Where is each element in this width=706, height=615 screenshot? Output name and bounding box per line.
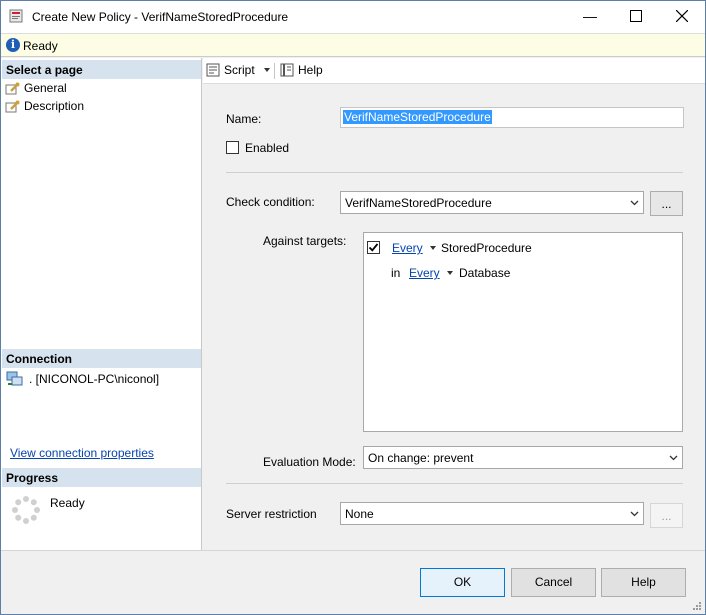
chevron-down-icon: [630, 511, 639, 517]
targets-box: Every StoredProcedure in Every Database: [363, 232, 683, 432]
view-connection-properties-link[interactable]: View connection properties: [10, 446, 154, 460]
toolbar: Script Help: [203, 58, 705, 84]
script-label: Script: [224, 63, 255, 77]
status-text: Ready: [23, 39, 58, 53]
enabled-label: Enabled: [245, 141, 290, 155]
connection-info: . [NICONOL-PC\niconol]: [6, 371, 159, 386]
resize-grip-icon[interactable]: [692, 601, 702, 611]
chevron-down-icon[interactable]: [447, 271, 453, 275]
create-policy-dialog: Create New Policy - VerifNameStoredProce…: [0, 0, 706, 615]
name-field-value: VerifNameStoredProcedure: [343, 110, 492, 124]
ellipsis-label: ...: [661, 197, 672, 211]
chevron-down-icon[interactable]: [430, 246, 436, 250]
help-toolbar-button[interactable]: Help: [280, 63, 323, 77]
divider: [226, 172, 683, 173]
cancel-button[interactable]: Cancel: [511, 568, 596, 597]
name-field[interactable]: VerifNameStoredProcedure: [340, 107, 684, 128]
progress-text: Ready: [50, 496, 85, 510]
right-pane: Script Help Name: VerifNameStoredProcedu…: [203, 58, 705, 550]
target-every-link[interactable]: Every: [392, 241, 423, 255]
server-restriction-value: None: [345, 507, 374, 521]
page-item-label: Description: [24, 99, 85, 113]
server-restriction-browse-button[interactable]: ...: [650, 503, 683, 528]
maximize-icon: [630, 10, 642, 22]
server-restriction-select[interactable]: None: [340, 502, 644, 525]
page-item-label: General: [24, 81, 67, 95]
ellipsis-label: ...: [661, 509, 672, 523]
check-condition-select[interactable]: VerifNameStoredProcedure: [340, 191, 644, 214]
target-in-text: in: [391, 266, 401, 280]
info-icon: i: [6, 38, 20, 52]
wrench-page-icon: [5, 100, 20, 112]
evaluation-mode-value: On change: prevent: [368, 451, 474, 465]
dialog-footer: OK Cancel Help: [1, 550, 705, 614]
chevron-down-icon: [669, 455, 678, 461]
connection-header: Connection: [2, 349, 201, 368]
page-item-general[interactable]: General: [5, 80, 67, 96]
database-every-link[interactable]: Every: [409, 266, 440, 280]
minimize-icon: —: [583, 8, 597, 24]
target-type-text: StoredProcedure: [441, 241, 532, 255]
chevron-down-icon[interactable]: [263, 68, 270, 72]
spinner-icon: [12, 496, 40, 524]
ok-button[interactable]: OK: [420, 568, 505, 597]
against-targets-label: Against targets:: [263, 234, 347, 248]
connection-text: . [NICONOL-PC\niconol]: [29, 371, 160, 386]
minimize-button[interactable]: —: [567, 1, 613, 31]
close-icon: [676, 10, 688, 22]
maximize-button[interactable]: [613, 1, 659, 31]
check-condition-browse-button[interactable]: ...: [650, 191, 683, 216]
database-target-text: Database: [459, 266, 511, 280]
wrench-page-icon: [5, 82, 20, 94]
status-strip: i Ready: [1, 33, 705, 57]
chevron-down-icon: [630, 200, 639, 206]
script-button[interactable]: Script: [206, 63, 270, 77]
script-icon: [206, 63, 220, 77]
server-restriction-label: Server restriction: [226, 507, 317, 521]
page-item-description[interactable]: Description: [5, 98, 84, 114]
toolbar-separator: [274, 63, 275, 79]
select-page-header: Select a page: [2, 60, 201, 79]
checkmark-icon: [368, 243, 379, 252]
help-toolbar-label: Help: [298, 63, 323, 77]
help-book-icon: [280, 63, 294, 77]
evaluation-mode-select[interactable]: On change: prevent: [363, 446, 683, 469]
left-pane: Select a page General Description Connec…: [1, 58, 202, 550]
close-button[interactable]: [659, 1, 705, 31]
evaluation-mode-label: Evaluation Mode:: [263, 455, 356, 469]
enabled-checkbox[interactable]: [226, 141, 239, 154]
title-bar[interactable]: Create New Policy - VerifNameStoredProce…: [1, 1, 705, 33]
check-condition-value: VerifNameStoredProcedure: [345, 196, 492, 210]
server-connection-icon: [6, 371, 23, 386]
name-label: Name:: [226, 112, 262, 126]
check-condition-label: Check condition:: [226, 195, 315, 209]
divider: [226, 483, 683, 484]
target-row-checkbox[interactable]: [367, 241, 380, 254]
progress-header: Progress: [2, 468, 201, 487]
window-title: Create New Policy - VerifNameStoredProce…: [32, 10, 289, 24]
help-button[interactable]: Help: [601, 568, 686, 597]
policy-app-icon: [9, 9, 23, 23]
